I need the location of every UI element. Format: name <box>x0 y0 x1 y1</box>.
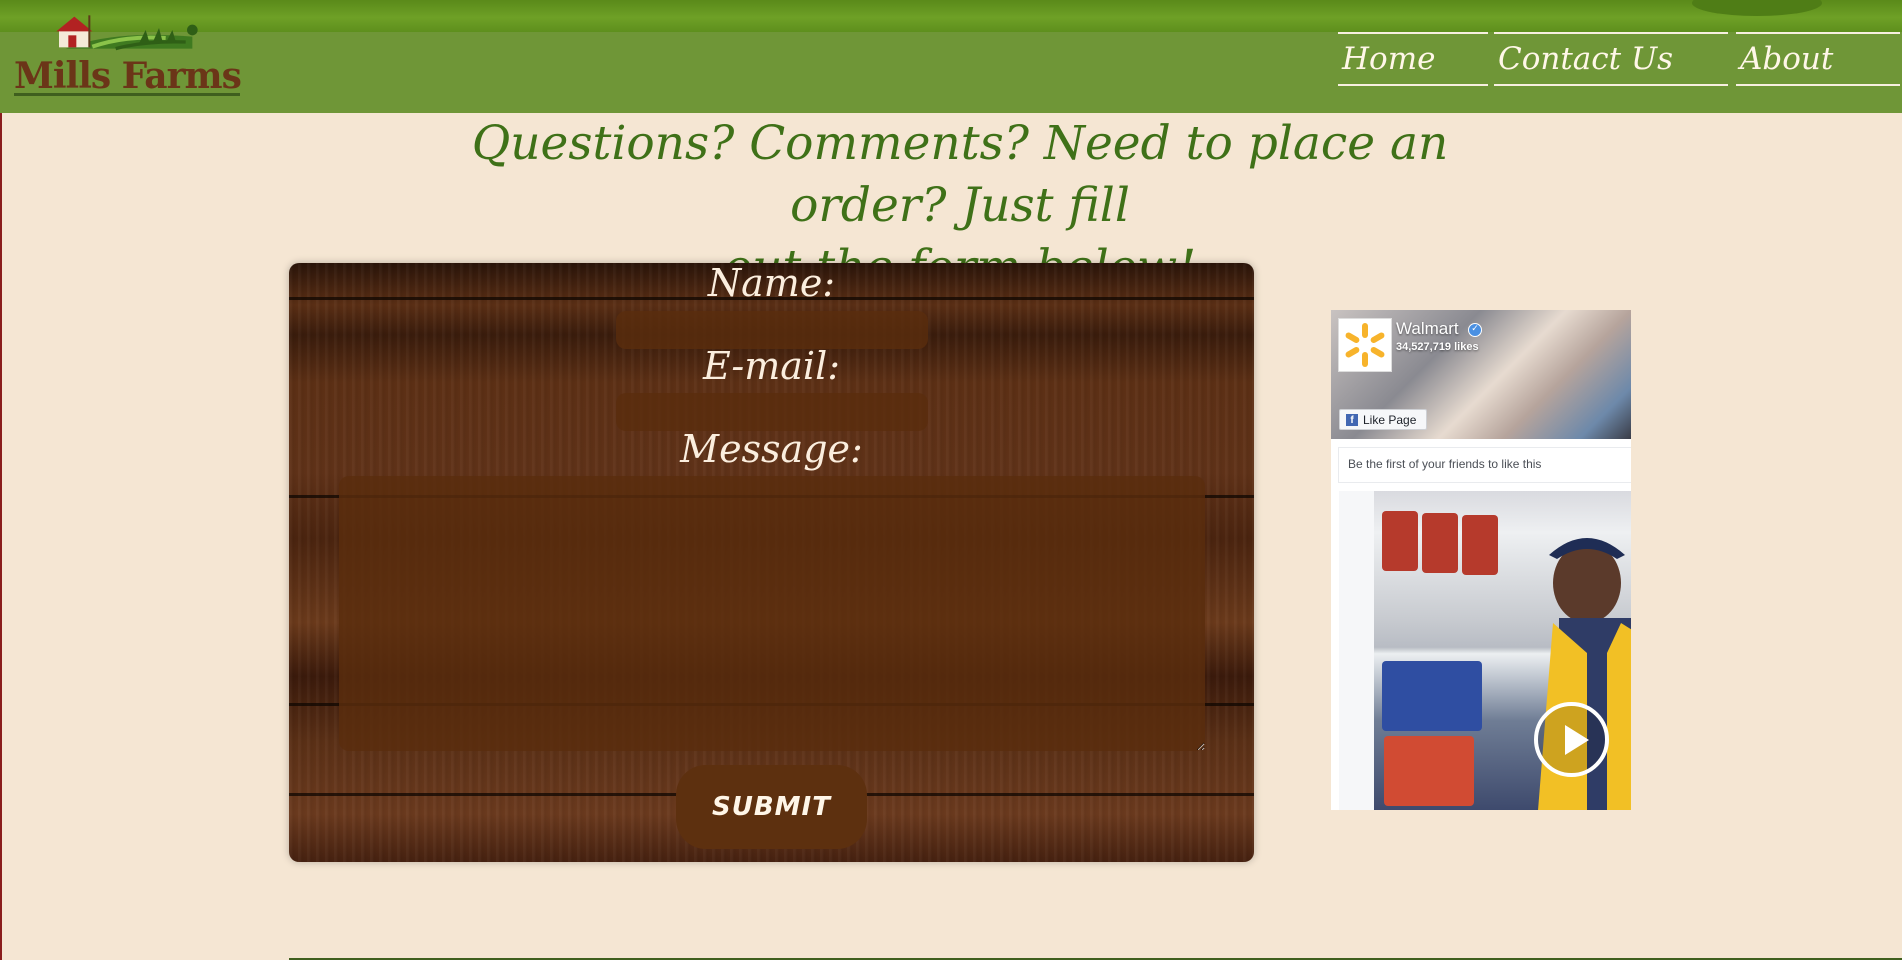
fb-friends-bar: Be the first of your friends to like thi… <box>1338 447 1631 483</box>
fb-feed-rail <box>1339 491 1375 810</box>
product-box <box>1382 511 1418 571</box>
facebook-f-icon: f <box>1346 414 1358 426</box>
email-label: E-mail: <box>702 344 841 388</box>
logo-underline <box>14 93 240 96</box>
fb-like-page-button[interactable]: f Like Page <box>1339 409 1427 430</box>
email-input[interactable] <box>616 393 928 431</box>
verified-badge-icon: ✓ <box>1468 323 1482 337</box>
grass-banner <box>0 0 1902 32</box>
nav-about[interactable]: About <box>1736 32 1900 86</box>
facebook-page-widget: Walmart ✓ 34,527,719 likes f Like Page B… <box>1331 310 1631 810</box>
logo-text: Mills Farms <box>14 55 242 97</box>
product-box <box>1382 661 1482 731</box>
page-left-border <box>0 0 2 960</box>
fb-like-page-label: Like Page <box>1363 413 1417 427</box>
play-button[interactable] <box>1534 702 1609 777</box>
product-box <box>1422 513 1458 573</box>
nav-contact-us[interactable]: Contact Us <box>1494 32 1728 86</box>
headline-line-1: Questions? Comments? Need to place an or… <box>471 116 1449 233</box>
message-textarea[interactable] <box>339 476 1205 751</box>
name-label: Name: <box>707 263 836 305</box>
product-box <box>1462 515 1498 575</box>
site-header: Mills Farms Home Contact Us About <box>0 15 1902 113</box>
logo-link[interactable]: Mills Farms <box>0 0 250 110</box>
message-label: Message: <box>680 427 863 471</box>
play-icon <box>1565 725 1589 755</box>
product-box <box>1384 736 1474 806</box>
fb-friends-text: Be the first of your friends to like thi… <box>1348 457 1542 471</box>
walmart-spark-icon <box>1345 323 1385 367</box>
fb-page-name[interactable]: Walmart <box>1396 319 1459 339</box>
fb-likes-count: 34,527,719 likes <box>1396 341 1479 353</box>
contact-form: Name: E-mail: Message: SUBMIT <box>289 263 1254 862</box>
submit-button[interactable]: SUBMIT <box>676 765 867 849</box>
fb-video-thumbnail[interactable] <box>1374 491 1631 810</box>
fb-page-avatar[interactable] <box>1338 318 1392 372</box>
nav-home[interactable]: Home <box>1338 32 1488 86</box>
